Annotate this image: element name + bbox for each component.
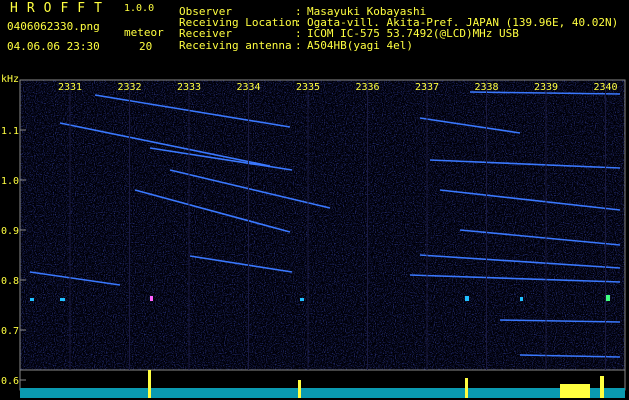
app-title: HROFFT (10, 1, 111, 16)
file-datetime: 04.06.06 23:30 (7, 40, 100, 53)
info-value-antenna: A504HB(yagi 4el) (307, 39, 413, 52)
y-tick-label: 1.1 (1, 126, 19, 137)
y-tick-label: 0.9 (1, 226, 19, 237)
y-tick-label: 1.0 (1, 176, 19, 187)
info-key-antenna: Receiving antenna (179, 39, 292, 52)
noise-field (20, 80, 625, 370)
meteor-count: 20 (139, 40, 153, 53)
info-colon: : (295, 39, 302, 52)
y-tick-label: 0.8 (1, 276, 19, 287)
spectrogram-display: 1.11.00.90.80.70.6 2331 2332 2333 2334 2335 2… (1, 74, 626, 398)
meteor-histogram (20, 370, 625, 398)
y-tick-label: 0.7 (1, 326, 19, 337)
meteor-label: meteor (124, 26, 164, 39)
y-tick-label: 0.6 (1, 376, 19, 387)
app-version: 1.0.0 (124, 3, 155, 14)
file-name: 0406062330.png (7, 20, 100, 33)
axis-unit-label: kHz (1, 74, 19, 85)
